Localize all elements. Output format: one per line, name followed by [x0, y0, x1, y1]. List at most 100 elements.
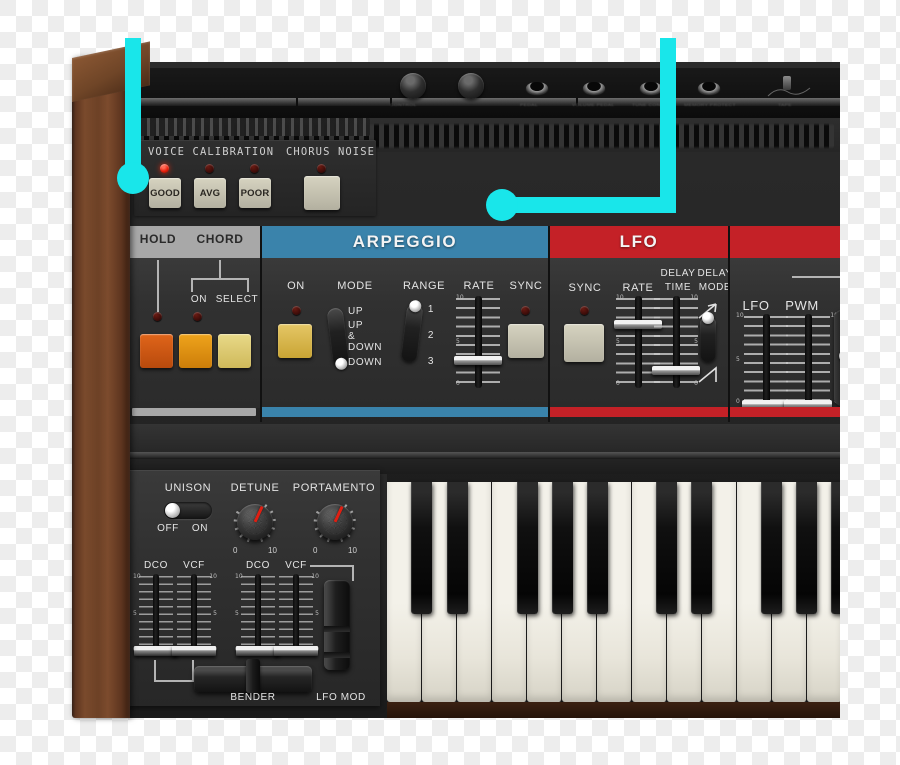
- lfo-delay-tick-10: 10: [690, 294, 698, 301]
- panel-shelf-lip: [110, 452, 840, 459]
- pwm-pwm-slider[interactable]: 10 5 0: [784, 312, 838, 409]
- portamento-min-label: 0: [313, 546, 318, 555]
- rear-deck-label-jack-2: VOLUME PEDAL: [572, 102, 615, 108]
- lfo-mod-control[interactable]: [324, 580, 350, 670]
- arp-range-opt-1: 1: [427, 304, 435, 315]
- detune-max-label: 10: [268, 546, 277, 555]
- arp-on-label: ON: [287, 280, 305, 292]
- lfomod-vcf-slider-cap[interactable]: [274, 646, 318, 656]
- bender-group-wire-left: [154, 660, 156, 682]
- arp-range-label: RANGE: [402, 280, 446, 292]
- arp-on-led: [292, 306, 301, 315]
- lfo-rate-tick-5: 5: [616, 338, 620, 345]
- lfo-mod-notch-top: [324, 626, 350, 632]
- pwm-lfo-slider[interactable]: 10 5 0: [736, 312, 790, 409]
- arp-mode-opt-up: UP: [348, 306, 364, 317]
- panel-shelf: [110, 424, 840, 474]
- chord-wire-bar: [191, 278, 249, 280]
- bender-dco-slider[interactable]: 10 5 0: [133, 573, 178, 656]
- lfo-delay-time-slider[interactable]: 10 5 0: [652, 294, 700, 390]
- hold-label: HOLD: [139, 232, 177, 246]
- divider-2: [548, 226, 550, 422]
- chord-on-button[interactable]: [179, 334, 212, 368]
- pwm-mod-slider-dot[interactable]: [839, 350, 840, 362]
- lfo-delay-mode-switch[interactable]: [700, 312, 716, 362]
- hold-button[interactable]: [140, 334, 173, 368]
- rear-deck-label-jack-1: PEDAL: [520, 102, 538, 108]
- black-key[interactable]: [761, 482, 782, 614]
- rear-deck: CONTROL PEDAL VOLUME PEDAL TUNE CONTROL …: [128, 68, 840, 118]
- lfo-delay-time-slider-cap[interactable]: [652, 366, 700, 375]
- pwm-mod-slider[interactable]: [834, 310, 840, 406]
- rear-jack-2[interactable]: [583, 82, 605, 94]
- black-key[interactable]: [411, 482, 432, 614]
- chord-wire-stem: [219, 260, 221, 278]
- lfo-sync-button[interactable]: [564, 324, 604, 362]
- rear-jack-4[interactable]: [698, 82, 720, 94]
- black-key[interactable]: [691, 482, 712, 614]
- rear-deck-label-jack-3: TUNE CONTROL: [632, 102, 676, 108]
- black-key[interactable]: [587, 482, 608, 614]
- arp-mode-opt-up2: UP: [348, 320, 364, 331]
- arp-range-switch[interactable]: [400, 299, 424, 363]
- bender-control[interactable]: [194, 659, 312, 693]
- bender-dco-tick-10: 10: [133, 573, 141, 580]
- chorus-noise-button[interactable]: [304, 176, 340, 210]
- lfo-pwm-footer: [730, 407, 840, 417]
- arp-mode-switch[interactable]: [326, 307, 350, 371]
- bender-handle[interactable]: [246, 659, 260, 693]
- lfo-mod-notch-bottom: [324, 652, 350, 658]
- arp-mode-opt-down1: DOWN: [348, 342, 383, 353]
- bender-vcf-label: VCF: [183, 560, 205, 571]
- rear-deck-label-jack-4: MEMORY PROTECT: [684, 102, 736, 108]
- lfo-delay-tick-5: 5: [694, 338, 698, 345]
- chord-wire-left: [191, 278, 193, 292]
- bender-vcf-tick-10: 10: [209, 573, 217, 580]
- calibration-good-button[interactable]: GOOD: [149, 178, 181, 208]
- portamento-knob[interactable]: [313, 500, 357, 544]
- bender-vcf-slider[interactable]: 10 5 0: [172, 573, 217, 656]
- arp-mode-opt-amp: &: [348, 331, 356, 342]
- arp-rate-slider-cap[interactable]: [454, 356, 502, 365]
- chord-wire-right: [247, 278, 249, 292]
- pwm-wire-bar: [792, 276, 840, 278]
- lfo-rate-tick-10: 10: [616, 294, 624, 301]
- calibration-poor-button[interactable]: POOR: [239, 178, 271, 208]
- black-key[interactable]: [656, 482, 677, 614]
- chord-on-led: [193, 312, 202, 321]
- rear-deck-label-tape: TAPE: [778, 102, 792, 108]
- rear-jack-3[interactable]: [640, 82, 662, 94]
- arp-rate-slider[interactable]: 10 5 0: [454, 294, 502, 390]
- lfomod-vcf-slider[interactable]: 10 5 0: [274, 573, 319, 656]
- black-key[interactable]: [552, 482, 573, 614]
- unison-switch[interactable]: [164, 502, 212, 519]
- lfomod-dco-slider[interactable]: 10 5 0: [235, 573, 280, 656]
- black-key[interactable]: [796, 482, 817, 614]
- arp-on-button[interactable]: [278, 324, 312, 358]
- keybed-base: [387, 702, 840, 718]
- lfo-header: LFO: [550, 226, 728, 258]
- black-key[interactable]: [447, 482, 468, 614]
- detune-knob[interactable]: [233, 500, 277, 544]
- rear-jack-1[interactable]: [526, 82, 548, 94]
- section-hold-chord: HOLD CHORD ON SELECT: [128, 226, 260, 422]
- lfo-pwm-header: [730, 226, 840, 258]
- unison-label: UNISON: [164, 482, 212, 494]
- arp-mode-opt-down2: DOWN: [348, 357, 383, 368]
- black-key[interactable]: [831, 482, 840, 614]
- divider-1: [260, 226, 262, 422]
- unison-switch-knob[interactable]: [165, 503, 180, 518]
- rear-pot-1[interactable]: [400, 73, 426, 99]
- calibration-avg-button[interactable]: AVG: [194, 178, 226, 208]
- bender-vcf-slider-cap[interactable]: [172, 646, 216, 656]
- black-key[interactable]: [517, 482, 538, 614]
- arp-sync-button[interactable]: [508, 324, 544, 358]
- chord-select-button[interactable]: [218, 334, 251, 368]
- tape-curve-icon: [767, 87, 811, 97]
- poor-led: [250, 164, 259, 173]
- bender-dco-label: DCO: [143, 560, 169, 571]
- chorus-noise-title: CHORUS NOISE: [286, 146, 376, 158]
- portamento-label: PORTAMENTO: [292, 482, 376, 494]
- lower-control-plate: UNISON OFF ON DETUNE 0 10 PORTAMENTO 0 1…: [128, 470, 380, 706]
- rear-pot-2[interactable]: [458, 73, 484, 99]
